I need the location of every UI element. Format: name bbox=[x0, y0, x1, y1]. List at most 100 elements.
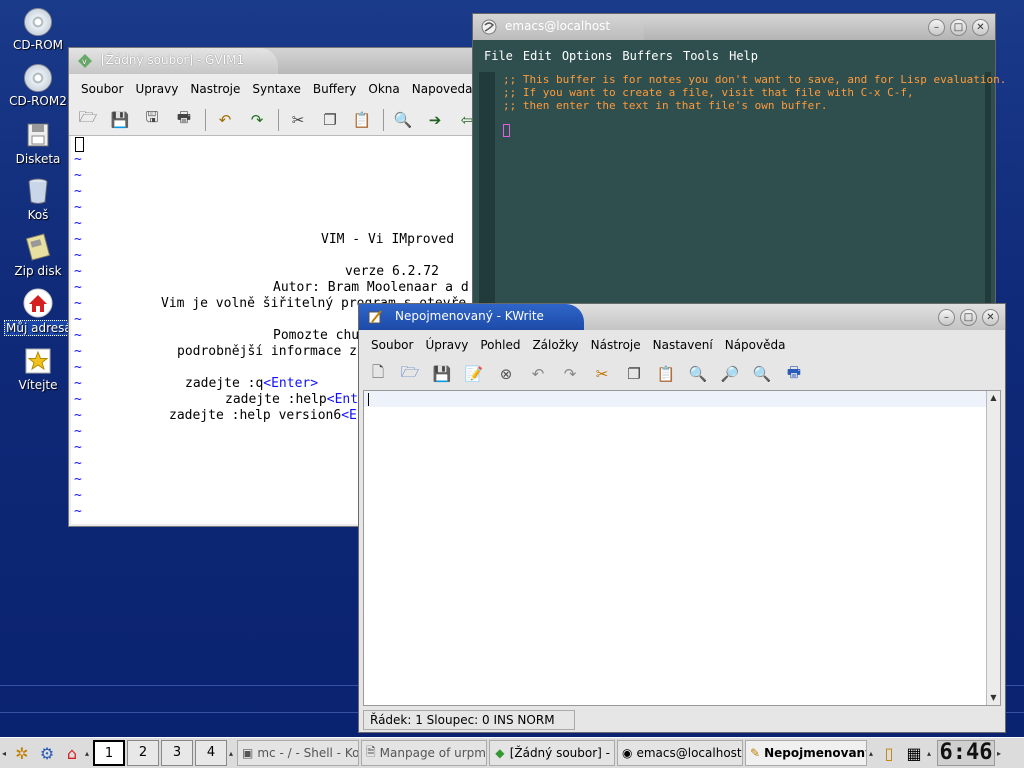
menu-upravy[interactable]: Úpravy bbox=[425, 338, 468, 352]
panel-arrow-icon[interactable]: ▴ bbox=[925, 749, 933, 758]
empty-line-tilde: ~ bbox=[74, 248, 82, 263]
desktop-icon-cdrom2[interactable]: CD-ROM2 bbox=[4, 64, 72, 108]
save-icon[interactable]: 💾 bbox=[429, 362, 455, 386]
panel-arrow-icon[interactable]: ▴ bbox=[83, 749, 91, 758]
find-next-icon[interactable]: 🔎 bbox=[717, 362, 743, 386]
menu-options[interactable]: Options bbox=[562, 49, 613, 63]
menu-soubor[interactable]: Soubor bbox=[81, 82, 123, 96]
maximize-button[interactable]: □ bbox=[950, 19, 967, 36]
desktop-icon-welcome[interactable]: Vítejte bbox=[4, 346, 72, 392]
panel-arrow-icon[interactable]: ▴ bbox=[227, 749, 235, 758]
task-label: mc - / - Shell - Ko bbox=[257, 746, 359, 760]
find-icon[interactable]: 🔍 bbox=[390, 108, 416, 132]
gvim-menubar: Soubor Upravy Nastroje Syntaxe Buffery O… bbox=[69, 76, 487, 102]
desktop-icon-zip[interactable]: Zip disk bbox=[4, 232, 72, 278]
settings-icon[interactable]: ⚙ bbox=[36, 742, 58, 764]
panel-arrow-icon[interactable]: ▴ bbox=[867, 749, 875, 758]
redo-icon[interactable]: ↷ bbox=[557, 362, 583, 386]
menu-soubor[interactable]: Soubor bbox=[371, 338, 413, 352]
splash-cmd-quit: zadejte :q<Enter> bbox=[185, 376, 318, 392]
undo-icon[interactable]: ↶ bbox=[525, 362, 551, 386]
clock[interactable]: 6:46 bbox=[937, 740, 995, 766]
klipper-icon[interactable]: ▯ bbox=[878, 742, 900, 764]
emacs-buffer[interactable]: ;; This buffer is for notes you don't wa… bbox=[495, 72, 1006, 312]
cut-icon[interactable]: ✂ bbox=[589, 362, 615, 386]
panel-arrow-icon[interactable]: ◂ bbox=[0, 749, 8, 758]
paste-icon[interactable]: 📋 bbox=[349, 108, 375, 132]
save-icon[interactable]: 💾 bbox=[107, 108, 133, 132]
emacs-titlebar[interactable]: emacs@localhost – □ ✕ bbox=[473, 14, 995, 40]
menu-tools[interactable]: Tools bbox=[683, 49, 719, 63]
print-icon[interactable]: 🖶 bbox=[781, 362, 807, 386]
print-icon[interactable]: 🖶 bbox=[171, 108, 197, 132]
kwrite-titlebar[interactable]: Nepojmenovaný - KWrite – □ ✕ bbox=[359, 304, 1005, 330]
task-mc-shell[interactable]: ▣ mc - / - Shell - Ko bbox=[237, 740, 359, 766]
cmd-key: <Enter> bbox=[263, 376, 319, 391]
save-as-icon[interactable]: 📝 bbox=[461, 362, 487, 386]
menu-file[interactable]: File bbox=[484, 49, 513, 63]
minimize-button[interactable]: – bbox=[928, 19, 945, 36]
desktop-button-1[interactable]: 1 bbox=[93, 740, 125, 766]
kmenu-icon[interactable]: ✲ bbox=[11, 742, 33, 764]
desktop-icon-disketa[interactable]: Disketa bbox=[4, 120, 72, 166]
kwrite-window[interactable]: Nepojmenovaný - KWrite – □ ✕ Soubor Úpra… bbox=[358, 303, 1006, 733]
copy-icon[interactable]: ❐ bbox=[621, 362, 647, 386]
calendar-icon[interactable]: ▦ bbox=[903, 742, 925, 764]
menu-nastroje[interactable]: Nastroje bbox=[190, 82, 240, 96]
vertical-scrollbar[interactable]: ▲ ▼ bbox=[986, 391, 1000, 705]
forward-icon[interactable]: ➔ bbox=[422, 108, 448, 132]
emacs-window[interactable]: emacs@localhost – □ ✕ File Edit Options … bbox=[472, 13, 1006, 313]
open-icon[interactable]: 🗁 bbox=[75, 108, 101, 132]
redo-icon[interactable]: ↷ bbox=[244, 108, 270, 132]
copy-icon[interactable]: ❐ bbox=[317, 108, 343, 132]
panel-arrow-icon[interactable]: ▸ bbox=[995, 749, 1003, 758]
home-icon[interactable]: ⌂ bbox=[61, 742, 83, 764]
desktop-icon-home[interactable]: Můj adresář bbox=[4, 288, 79, 336]
kwrite-title-tab: Nepojmenovaný - KWrite bbox=[359, 304, 584, 330]
menu-napoveda[interactable]: Nápověda bbox=[725, 338, 786, 352]
task-kwrite[interactable]: ✎ Nepojmenovaný bbox=[745, 740, 867, 766]
splash-cmd-help: zadejte :help<Ent bbox=[225, 392, 358, 408]
task-emacs[interactable]: ◉ emacs@localhost bbox=[617, 740, 743, 766]
menu-okna[interactable]: Okna bbox=[368, 82, 399, 96]
desktop-button-2[interactable]: 2 bbox=[127, 740, 159, 766]
paste-icon[interactable]: 📋 bbox=[653, 362, 679, 386]
scroll-down-icon[interactable]: ▼ bbox=[987, 691, 1000, 705]
empty-line-tilde: ~ bbox=[74, 184, 82, 199]
close-button[interactable]: ✕ bbox=[982, 309, 999, 326]
menu-upravy[interactable]: Upravy bbox=[135, 82, 178, 96]
menu-nastaveni[interactable]: Nastavení bbox=[653, 338, 713, 352]
close-document-icon[interactable]: ⊗ bbox=[493, 362, 519, 386]
menu-nastroje[interactable]: Nástroje bbox=[591, 338, 641, 352]
minimize-button[interactable]: – bbox=[938, 309, 955, 326]
menu-zalozky[interactable]: Záložky bbox=[532, 338, 578, 352]
menu-edit[interactable]: Edit bbox=[523, 49, 552, 63]
gvim-titlebar[interactable]: v [Žádný soubor] - GVIM1 bbox=[69, 48, 487, 74]
scroll-up-icon[interactable]: ▲ bbox=[987, 391, 1000, 405]
menu-help[interactable]: Help bbox=[729, 49, 758, 63]
save-all-icon[interactable]: 🖫 bbox=[139, 108, 165, 132]
buffer-line: ;; This buffer is for notes you don't wa… bbox=[503, 73, 1007, 86]
menu-buffery[interactable]: Buffery bbox=[313, 82, 357, 96]
desktop-button-4[interactable]: 4 bbox=[195, 740, 227, 766]
menu-pohled[interactable]: Pohled bbox=[480, 338, 520, 352]
replace-icon[interactable]: 🔍 bbox=[749, 362, 775, 386]
close-button[interactable]: ✕ bbox=[972, 19, 989, 36]
desktop-icon-trash[interactable]: Koš bbox=[4, 176, 72, 222]
find-icon[interactable]: 🔍 bbox=[685, 362, 711, 386]
menu-syntaxe[interactable]: Syntaxe bbox=[252, 82, 301, 96]
desktop-button-3[interactable]: 3 bbox=[161, 740, 193, 766]
menu-buffers[interactable]: Buffers bbox=[622, 49, 673, 63]
splash-cmd-version: zadejte :help version6<E bbox=[169, 408, 357, 424]
task-gvim[interactable]: ◆ [Žádný soubor] - bbox=[489, 740, 615, 766]
kwrite-editor[interactable]: ▲ ▼ bbox=[363, 390, 1001, 706]
maximize-button[interactable]: □ bbox=[960, 309, 977, 326]
desktop-icon-cdrom[interactable]: CD-ROM bbox=[4, 8, 72, 52]
undo-icon[interactable]: ↶ bbox=[212, 108, 238, 132]
cut-icon[interactable]: ✂ bbox=[285, 108, 311, 132]
task-manpage[interactable]: 🗎 Manpage of urpm bbox=[361, 740, 487, 766]
kwrite-menubar: Soubor Úpravy Pohled Záložky Nástroje Na… bbox=[359, 332, 1005, 358]
menu-napoveda[interactable]: Napoveda bbox=[412, 82, 473, 96]
open-icon[interactable]: 🗁 bbox=[397, 362, 423, 386]
new-document-icon[interactable]: 🗋 bbox=[365, 362, 391, 386]
